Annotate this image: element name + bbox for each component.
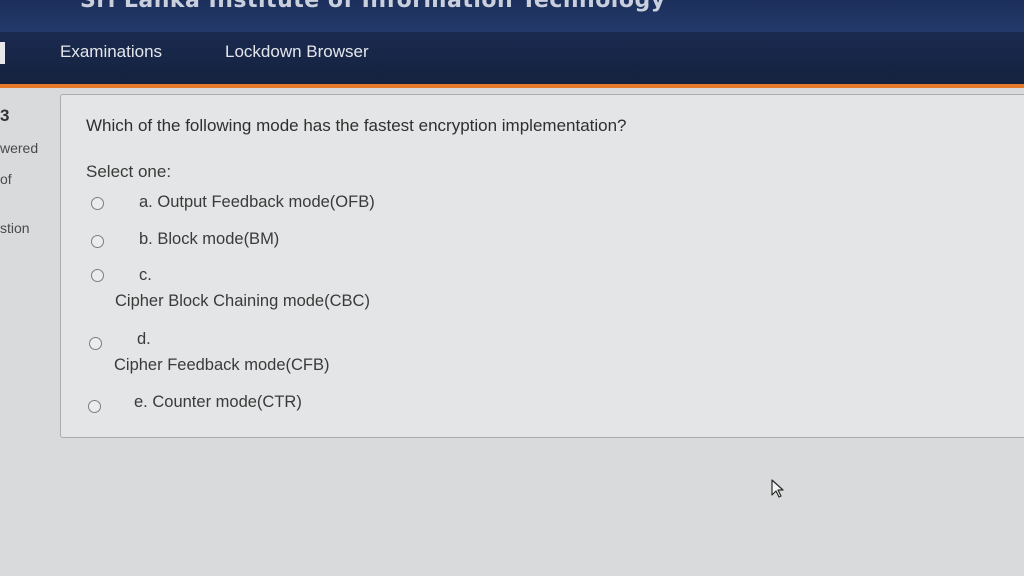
nav-marker <box>0 42 5 64</box>
select-one-label: Select one: <box>86 162 172 181</box>
option-d-text[interactable]: Cipher Feedback mode(CFB) <box>114 356 330 375</box>
question-text: Which of the following mode has the fast… <box>86 116 627 135</box>
option-b-radio[interactable] <box>91 235 104 248</box>
nav-item-examinations[interactable]: Examinations <box>60 42 162 62</box>
question-status: wered <box>0 140 39 156</box>
option-b-label[interactable]: b. Block mode(BM) <box>139 230 279 249</box>
option-a-radio[interactable] <box>91 197 104 210</box>
option-b-letter: b. <box>139 230 153 248</box>
option-a-label[interactable]: a. Output Feedback mode(OFB) <box>139 193 375 212</box>
option-e-text: Counter mode(CTR) <box>152 393 302 411</box>
nav-item-lockdown-browser[interactable]: Lockdown Browser <box>225 42 369 62</box>
option-d-letter[interactable]: d. <box>137 330 151 349</box>
question-number: 3 <box>0 106 10 125</box>
site-header: Sri Lanka Institute of Information Techn… <box>0 0 1024 32</box>
flag-question[interactable]: stion <box>0 220 30 236</box>
question-box <box>60 94 1024 438</box>
option-a-text: Output Feedback mode(OFB) <box>157 193 375 211</box>
question-marks: of <box>0 171 12 187</box>
option-b-text: Block mode(BM) <box>157 230 280 248</box>
option-e-radio[interactable] <box>88 400 101 413</box>
option-a-letter: a. <box>139 193 153 211</box>
mouse-pointer-icon <box>771 479 784 498</box>
option-e-letter: e. <box>134 393 148 411</box>
option-e-label[interactable]: e. Counter mode(CTR) <box>134 393 302 412</box>
option-c-letter[interactable]: c. <box>139 266 152 285</box>
nav-accent-line <box>0 84 1024 88</box>
option-c-radio[interactable] <box>91 269 104 282</box>
site-title: Sri Lanka Institute of Information Techn… <box>80 0 666 13</box>
option-c-text[interactable]: Cipher Block Chaining mode(CBC) <box>115 292 370 311</box>
option-d-radio[interactable] <box>89 337 102 350</box>
